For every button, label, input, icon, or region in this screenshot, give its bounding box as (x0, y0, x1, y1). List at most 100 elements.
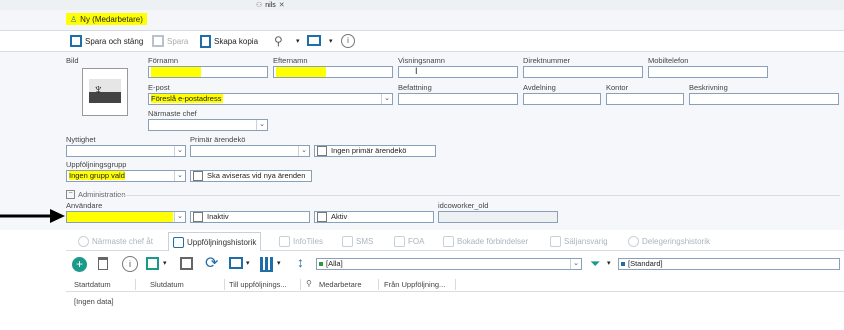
befattning-field[interactable] (398, 93, 518, 105)
narmaste-chef-field[interactable]: ⌄ (148, 119, 268, 131)
tab-sms[interactable]: SMS (342, 233, 373, 249)
inaktiv-label: Inaktiv (207, 212, 229, 221)
chevron-down-icon[interactable]: ▾ (329, 37, 333, 45)
column-separator (455, 279, 456, 290)
collapse-icon[interactable]: − (66, 190, 75, 199)
record-title: ♙ Ny (Medarbetare) (66, 13, 147, 25)
efternamn-highlight (276, 67, 326, 77)
kontor-field[interactable] (606, 93, 684, 105)
column-separator (378, 279, 379, 290)
link-icon: ⚲ (306, 279, 312, 288)
add-button[interactable]: + (72, 257, 87, 272)
tab-delegeringshistorik[interactable]: Delegeringshistorik (628, 233, 710, 249)
efternamn-field[interactable] (273, 66, 393, 78)
epost-field[interactable]: Föreslå e-postadress ⌄ (148, 93, 393, 105)
tab-foa[interactable]: FOA (394, 233, 424, 249)
record-title-text: Ny (Medarbetare) (80, 14, 143, 24)
idcoworker-field[interactable] (438, 211, 558, 223)
direktnummer-field[interactable] (523, 66, 643, 78)
column-header[interactable]: Till uppföljnings... (229, 280, 287, 289)
chevron-down-icon[interactable]: ⌄ (256, 120, 267, 130)
close-icon[interactable]: ✕ (279, 1, 285, 9)
idcoworker-label: idcoworker_old (438, 201, 489, 210)
chevron-down-icon[interactable]: ⌄ (570, 259, 581, 269)
chevron-down-icon[interactable]: ⌄ (174, 146, 185, 156)
ingen-primar-checkbox-box[interactable]: Ingen primär ärendekö (314, 145, 436, 157)
copy-button[interactable]: Skapa kopia (200, 35, 258, 48)
view-select[interactable]: [Standard] (618, 258, 840, 270)
uppfoljningsgrupp-field[interactable]: Ingen grupp vald ⌄ (66, 170, 186, 182)
delete-icon[interactable] (98, 257, 108, 270)
avdelning-field[interactable] (523, 93, 601, 105)
chevron-down-icon[interactable]: ▾ (607, 259, 611, 267)
tab-narmaste-chef-at[interactable]: Närmaste chef åt (78, 233, 153, 249)
save-button[interactable]: Spara (152, 35, 188, 47)
aktiv-checkbox[interactable] (317, 212, 327, 222)
column-header[interactable]: Slutdatum (150, 280, 184, 289)
chevron-down-icon[interactable]: ⌄ (298, 146, 309, 156)
ingen-primar-label: Ingen primär ärendekö (331, 146, 407, 155)
primar-arendeko-field[interactable]: ⌄ (190, 145, 310, 157)
visningsnamn-field[interactable]: I (398, 66, 518, 78)
chart-icon[interactable] (260, 257, 273, 272)
filter-icon[interactable]: ⏷ (590, 256, 600, 272)
visningsnamn-label: Visningsnamn (398, 56, 445, 65)
tab-saljansvarig[interactable]: Säljansvarig (550, 233, 608, 249)
aviseras-checkbox-box[interactable]: Ska aviseras vid nya ärenden (190, 170, 312, 182)
administration-header[interactable]: − Administration (66, 190, 126, 199)
save-icon (70, 35, 82, 47)
chevron-down-icon[interactable]: ▾ (163, 259, 167, 267)
fornamn-highlight (151, 67, 201, 77)
save-icon-disabled (152, 35, 164, 47)
chevron-down-icon[interactable]: ▾ (296, 37, 300, 45)
document-tab[interactable]: ⚇ nils ✕ (256, 0, 285, 10)
anvandare-field[interactable]: ⌄ (66, 211, 186, 223)
sort-icon[interactable]: ↕ (297, 254, 304, 270)
chevron-down-icon[interactable]: ▾ (246, 259, 250, 267)
chevron-down-icon[interactable]: ⌄ (381, 94, 392, 104)
inaktiv-checkbox-box[interactable]: Inaktiv (190, 211, 310, 223)
photo-placeholder[interactable]: ♆ (82, 68, 128, 116)
column-header[interactable]: Från Uppföljning... (384, 280, 445, 289)
blue-dot-icon (621, 262, 625, 267)
chevron-down-icon[interactable]: ▾ (277, 259, 281, 267)
card-icon[interactable] (307, 35, 321, 46)
aktiv-label: Aktiv (331, 212, 348, 221)
column-separator (135, 279, 136, 290)
new-record-icon[interactable] (146, 257, 159, 270)
tab-label: Delegeringshistorik (642, 236, 711, 246)
column-separator (224, 279, 225, 290)
tab-bokade-forbindelser[interactable]: Bokade förbindelser (443, 233, 528, 249)
link-icon[interactable]: ⚲ (274, 34, 283, 48)
fornamn-field[interactable] (148, 66, 268, 78)
user-icon: ⚇ (256, 2, 263, 9)
card-icon[interactable] (229, 257, 243, 269)
info-icon[interactable]: i (122, 256, 138, 272)
column-header[interactable]: Medarbetare (319, 280, 362, 289)
view-value: [Standard] (628, 259, 663, 268)
nyttighet-field[interactable]: ⌄ (66, 145, 186, 157)
inaktiv-checkbox[interactable] (193, 212, 203, 222)
ingen-primar-checkbox[interactable] (317, 146, 327, 156)
efternamn-label: Efternamn (273, 56, 308, 65)
filter-select[interactable]: [Alla] ⌄ (316, 258, 582, 270)
info-icon[interactable]: i (341, 34, 355, 48)
refresh-icon[interactable]: ⟳ (205, 253, 218, 273)
column-separator (300, 279, 301, 290)
tab-uppfoljningshistorik[interactable]: Uppföljningshistorik (168, 232, 262, 251)
remove-record-icon[interactable] (180, 257, 193, 270)
tab-infotiles[interactable]: InfoTiles (279, 233, 323, 249)
beskrivning-field[interactable] (689, 93, 839, 105)
tab-label: InfoTiles (293, 236, 323, 246)
chevron-down-icon[interactable]: ⌄ (174, 212, 185, 222)
save-label: Spara (167, 36, 189, 46)
aktiv-checkbox-box[interactable]: Aktiv (314, 211, 434, 223)
column-header[interactable]: Startdatum (74, 280, 111, 289)
aviseras-label: Ska aviseras vid nya ärenden (207, 171, 306, 180)
mobiltelefon-field[interactable] (648, 66, 768, 78)
chevron-down-icon[interactable]: ⌄ (174, 171, 185, 181)
direktnummer-label: Direktnummer (523, 56, 571, 65)
aviseras-checkbox[interactable] (193, 171, 203, 181)
save-close-button[interactable]: Spara och stäng (70, 35, 143, 47)
bild-label: Bild (66, 56, 79, 65)
